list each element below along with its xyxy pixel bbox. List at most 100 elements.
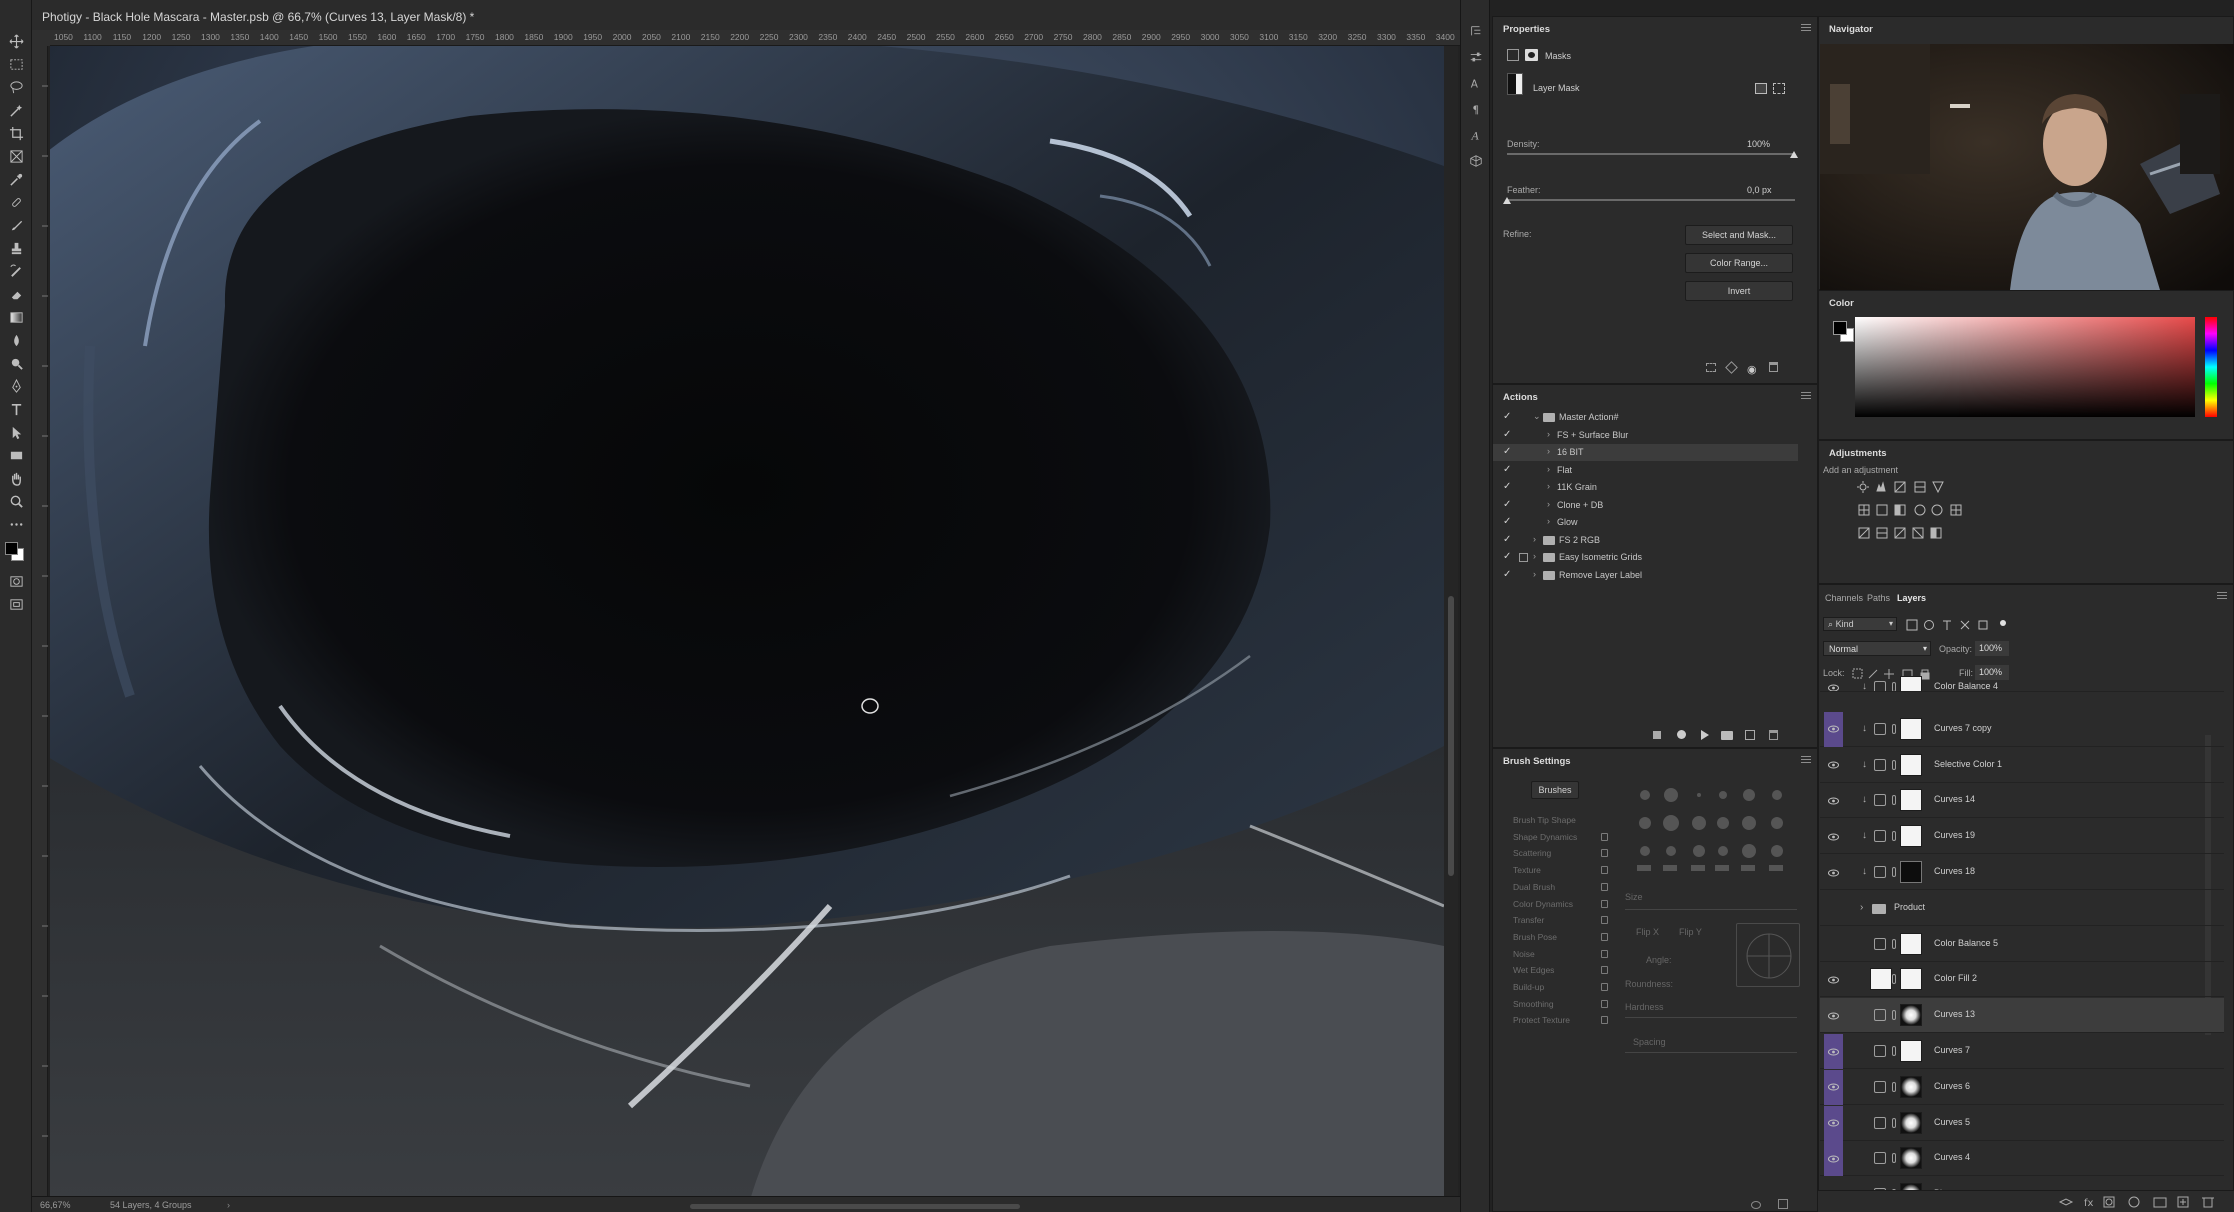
link-chain-icon[interactable] (1892, 1117, 1896, 1128)
visibility-eye-icon[interactable] (1824, 1141, 1843, 1177)
document-canvas[interactable] (50, 46, 1444, 1200)
layer-row[interactable]: Curves 5 (1820, 1105, 2224, 1141)
chevron-right-icon[interactable]: › (1533, 569, 1536, 579)
masks-icon[interactable] (1525, 49, 1538, 61)
filter-kind-select[interactable]: ⌕ Kind ▾ (1823, 617, 1897, 631)
spacing-slider[interactable] (1625, 1052, 1797, 1053)
hardness-slider[interactable] (1625, 1017, 1797, 1018)
layer-row[interactable]: Curves 6 (1820, 1069, 2224, 1105)
density-value[interactable]: 100% (1747, 139, 1770, 149)
link-chain-icon[interactable] (1892, 795, 1896, 806)
brush-preview-icon[interactable] (1751, 1201, 1761, 1209)
action-set-row[interactable]: ✓ › Easy Isometric Grids (1493, 549, 1798, 566)
hue-slider[interactable] (2205, 317, 2217, 417)
action-set-row[interactable]: ✓ ⌄ Master Action# (1493, 409, 1798, 426)
layer-mask-thumbnail[interactable] (1900, 753, 1922, 776)
layer-mask-thumbnail[interactable] (1900, 676, 1922, 691)
dodge-tool-icon[interactable] (0, 352, 32, 375)
layer-row[interactable]: ↓ Selective Color 1 (1820, 748, 2224, 783)
action-row[interactable]: ✓ › FS + Surface Blur (1493, 427, 1798, 444)
chevron-down-icon[interactable]: ⌄ (1533, 411, 1541, 422)
brush-presets-grid[interactable] (1633, 785, 1813, 873)
brush-setting-item[interactable]: Build-up (1513, 982, 1544, 992)
chevron-right-icon[interactable]: › (1547, 464, 1550, 474)
visibility-eye-icon[interactable] (1824, 1069, 1843, 1105)
layer-mask-thumbnail[interactable] (1900, 825, 1922, 848)
lock-icon[interactable] (1601, 882, 1608, 891)
record-icon[interactable] (1677, 730, 1686, 739)
check-icon[interactable]: ✓ (1503, 447, 1513, 457)
brush-setting-item[interactable]: Brush Tip Shape (1513, 815, 1576, 825)
layer-mask-thumbnail[interactable] (1900, 1111, 1922, 1134)
quick-mask-icon[interactable] (0, 570, 32, 593)
adjustments-panel-icon[interactable] (1461, 44, 1491, 70)
action-row[interactable]: ✓ › Glow (1493, 514, 1798, 531)
eraser-tool-icon[interactable] (0, 283, 32, 306)
visibility-eye-icon[interactable] (1824, 927, 1843, 962)
link-chain-icon[interactable] (1892, 682, 1896, 691)
link-chain-icon[interactable] (1892, 1153, 1896, 1164)
brush-setting-item[interactable]: Color Dynamics (1513, 899, 1573, 909)
canvas-vertical-scrollbar[interactable] (1444, 46, 1458, 1200)
visibility-eye-icon[interactable]: ◉ (1747, 363, 1757, 376)
foreground-color-swatch-front[interactable] (1833, 321, 1847, 335)
new-set-folder-icon[interactable] (1721, 731, 1733, 740)
chevron-right-icon[interactable]: › (1860, 902, 1863, 913)
3d-panel-icon[interactable] (1461, 148, 1491, 174)
panel-menu-icon[interactable] (1801, 24, 1811, 32)
link-chain-icon[interactable] (1892, 723, 1896, 734)
screen-mode-icon[interactable] (0, 593, 32, 616)
brush-tool-icon[interactable] (0, 214, 32, 237)
healing-brush-tool-icon[interactable] (0, 191, 32, 214)
visibility-eye-icon[interactable] (1824, 1034, 1843, 1069)
layer-mask-thumbnail[interactable] (1900, 1075, 1922, 1098)
action-row[interactable]: ✓ › Flat (1493, 462, 1798, 479)
path-selection-tool-icon[interactable] (0, 421, 32, 444)
lock-icon[interactable] (1601, 866, 1608, 875)
visibility-eye-icon[interactable] (1824, 711, 1843, 747)
link-chain-icon[interactable] (1892, 759, 1896, 770)
move-tool-icon[interactable] (0, 30, 32, 53)
brush-setting-item[interactable]: Transfer (1513, 915, 1544, 925)
visibility-eye-icon[interactable] (1824, 819, 1843, 854)
chevron-right-icon[interactable]: › (1533, 534, 1536, 544)
brush-setting-item[interactable]: Noise (1513, 949, 1535, 959)
delete-action-icon[interactable] (1769, 730, 1778, 740)
check-icon[interactable]: ✓ (1503, 482, 1513, 492)
layer-row[interactable]: Color Balance 5 (1820, 927, 2224, 962)
layer-row[interactable]: Color Fill 2 (1820, 962, 2224, 998)
brush-setting-item[interactable]: Brush Pose (1513, 932, 1557, 942)
visibility-eye-icon[interactable] (1824, 748, 1843, 783)
new-brush-icon[interactable] (1778, 1199, 1788, 1209)
history-panel-icon[interactable] (1461, 18, 1491, 44)
frame-tool-icon[interactable] (0, 145, 32, 168)
link-chain-icon[interactable] (1892, 938, 1896, 949)
visibility-eye-icon[interactable] (1824, 1105, 1843, 1141)
pixel-mask-icon[interactable] (1507, 49, 1519, 61)
glyphs-panel-icon[interactable]: A (1461, 122, 1491, 148)
lock-icon[interactable] (1601, 916, 1608, 925)
select-and-mask-button[interactable]: Select and Mask... (1685, 225, 1793, 245)
gradient-tool-icon[interactable] (0, 306, 32, 329)
layer-filter-icons[interactable] (1905, 618, 2015, 631)
crop-tool-icon[interactable] (0, 122, 32, 145)
tab-channels[interactable]: Channels (1825, 593, 1863, 603)
blur-tool-icon[interactable] (0, 329, 32, 352)
visibility-eye-icon[interactable] (1824, 998, 1843, 1033)
lock-icon[interactable] (1601, 999, 1608, 1008)
check-icon[interactable]: ✓ (1503, 517, 1513, 527)
layer-mask-thumbnail[interactable] (1900, 932, 1922, 955)
layer-mask-thumbnail[interactable] (1900, 1004, 1922, 1027)
link-chain-icon[interactable] (1892, 1046, 1896, 1056)
navigator-preview[interactable] (1820, 44, 2234, 290)
vector-mask-icon[interactable] (1773, 83, 1785, 94)
flip-y-checkbox[interactable]: Flip Y (1679, 927, 1702, 937)
pen-tool-icon[interactable] (0, 375, 32, 398)
color-picker-field[interactable] (1855, 317, 2195, 417)
layer-row[interactable]: ↓ Color Balance 4 (1820, 670, 2224, 692)
magic-wand-tool-icon[interactable] (0, 99, 32, 122)
paragraph-panel-icon[interactable]: ¶ (1461, 96, 1491, 122)
select-mask-icon[interactable] (1755, 83, 1767, 94)
history-brush-tool-icon[interactable] (0, 260, 32, 283)
brushes-button[interactable]: Brushes (1531, 781, 1579, 799)
